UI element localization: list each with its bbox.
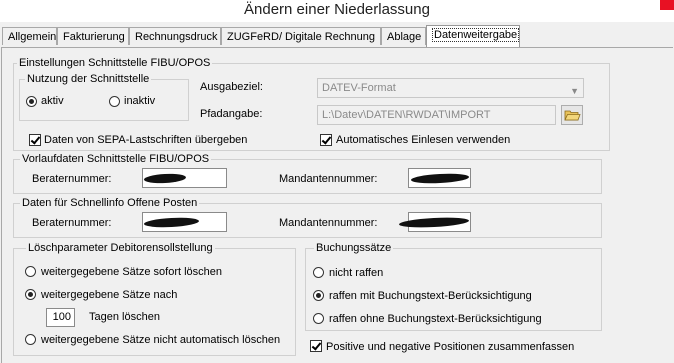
vorlauf-berater-input[interactable] <box>142 168 227 188</box>
loesch-sofort-radio[interactable] <box>25 266 36 277</box>
nutzung-aktiv-radio[interactable] <box>26 96 37 107</box>
buchung-group-legend: Buchungssätze <box>314 242 394 254</box>
tab-fakturierung[interactable]: Fakturierung <box>57 27 129 45</box>
redaction-mark <box>398 216 470 229</box>
loesch-nicht-radio[interactable] <box>25 334 36 345</box>
schnellinfo-berater-label: Beraternummer: <box>32 217 112 229</box>
tab-zugferd[interactable]: ZUGFeRD/ Digitale Rechnung <box>221 27 381 45</box>
ausgabeziel-select[interactable]: DATEV-Format ▼ <box>317 78 584 98</box>
loesch-group-legend: Löschparameter Debitorensollstellung <box>26 242 215 254</box>
pfadangabe-label: Pfadangabe: <box>200 108 263 120</box>
nutzung-inaktiv-radio[interactable] <box>109 96 120 107</box>
ausgabeziel-value: DATEV-Format <box>322 82 396 94</box>
tab-ablage[interactable]: Ablage <box>381 27 426 45</box>
nutzung-group-legend: Nutzung der Schnittstelle <box>25 73 152 85</box>
tab-allgemein[interactable]: Allgemein <box>2 27 57 45</box>
buchung-raffen-ohne-radio[interactable] <box>313 313 324 324</box>
browse-folder-button[interactable] <box>561 105 583 125</box>
positive-negative-label: Positive und negative Positionen zusamme… <box>326 341 575 353</box>
fibu-group-legend: Einstellungen Schnittstelle FIBU/OPOS <box>17 57 213 69</box>
vorlauf-group-legend: Vorlaufdaten Schnittstelle FIBU/OPOS <box>20 153 212 165</box>
vorlauf-mandant-label: Mandantennummer: <box>279 173 378 185</box>
open-folder-icon <box>564 110 581 121</box>
positive-negative-checkbox[interactable] <box>310 340 322 352</box>
schnellinfo-berater-input[interactable] <box>142 212 227 232</box>
loesch-nach-label: weitergegebene Sätze nach <box>41 289 178 301</box>
pfadangabe-value: L:\Datev\DATEN\RWDAT\IMPORT <box>322 109 491 121</box>
tab-rechnungsdruck[interactable]: Rechnungsdruck <box>129 27 221 45</box>
redaction-mark <box>143 172 187 185</box>
loesch-nicht-label: weitergegebene Sätze nicht automatisch l… <box>41 334 281 346</box>
chevron-down-icon: ▼ <box>570 86 579 96</box>
buchung-raffen-ohne-label: raffen ohne Buchungstext-Berücksichtigun… <box>329 313 542 325</box>
nutzung-inaktiv-label: inaktiv <box>124 95 156 107</box>
vorlauf-berater-label: Beraternummer: <box>32 173 112 185</box>
sepa-checkbox[interactable] <box>29 134 41 146</box>
vorlauf-mandant-input[interactable] <box>408 168 471 188</box>
schnellinfo-group-legend: Daten für Schnellinfo Offene Posten <box>20 197 200 209</box>
schnellinfo-mandant-input[interactable] <box>398 212 471 232</box>
auto-einlesen-checkbox[interactable] <box>320 134 332 146</box>
pfadangabe-input[interactable]: L:\Datev\DATEN\RWDAT\IMPORT <box>317 105 556 125</box>
buchung-nicht-raffen-radio[interactable] <box>313 267 324 278</box>
loesch-sofort-label: weitergegebene Sätze sofort löschen <box>41 266 223 278</box>
window-title: Ändern einer Niederlassung <box>244 1 430 18</box>
redaction-mark <box>410 172 470 185</box>
buchung-raffen-mit-label: raffen mit Buchungstext-Berücksichtigung <box>329 290 532 302</box>
buchung-raffen-mit-radio[interactable] <box>313 290 324 301</box>
close-button[interactable] <box>660 0 674 10</box>
nutzung-aktiv-label: aktiv <box>41 95 64 107</box>
tab-datenweitergabe-label: Datenweitergabe <box>432 28 520 42</box>
redaction-mark <box>143 216 200 229</box>
schnellinfo-mandant-label: Mandantennummer: <box>279 217 378 229</box>
loesch-tage-label: Tagen löschen <box>89 311 160 323</box>
ausgabeziel-label: Ausgabeziel: <box>200 81 263 93</box>
tab-datenweitergabe[interactable]: Datenweitergabe <box>426 25 520 47</box>
buchung-nicht-raffen-label: nicht raffen <box>329 267 384 279</box>
loesch-tage-input[interactable]: 100 <box>46 308 75 327</box>
auto-einlesen-label: Automatisches Einlesen verwenden <box>336 134 511 146</box>
loesch-nach-radio[interactable] <box>25 289 36 300</box>
sepa-label: Daten von SEPA-Lastschriften übergeben <box>44 134 248 146</box>
